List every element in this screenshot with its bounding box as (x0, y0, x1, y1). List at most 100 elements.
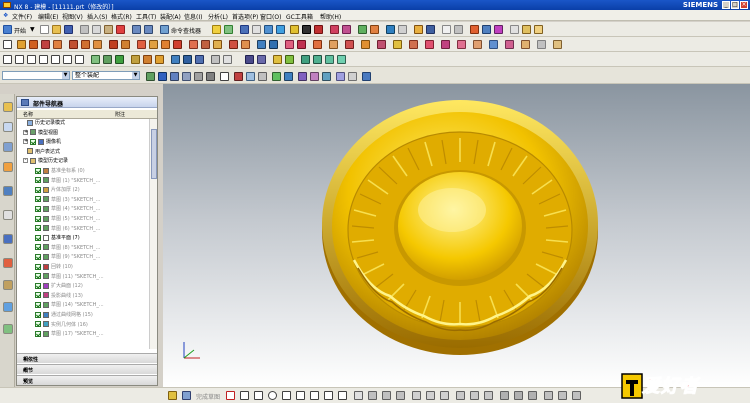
pad-icon[interactable] (109, 40, 118, 49)
offset-curve-icon[interactable] (91, 55, 100, 64)
thicken-icon[interactable] (329, 40, 338, 49)
datum-plane-icon[interactable] (171, 55, 180, 64)
extension-icon[interactable] (441, 40, 450, 49)
highlight-icon[interactable] (273, 55, 282, 64)
tree-row[interactable]: 历史记录模式 (27, 119, 65, 128)
checkbox-icon[interactable] (30, 138, 36, 145)
delete-icon[interactable] (116, 25, 125, 34)
tree-row[interactable]: 草图 (4) "SKETCH_... (35, 205, 100, 214)
curvature-icon[interactable] (505, 40, 514, 49)
type-filter-arrow[interactable]: ▼ (62, 72, 69, 79)
lock-icon[interactable] (245, 55, 254, 64)
show-constraints-icon[interactable] (528, 391, 537, 400)
sketch-circle-icon[interactable] (268, 391, 277, 400)
tree-row[interactable]: - 模型历史记录 (23, 157, 68, 166)
reuse-library-icon[interactable] (3, 162, 13, 172)
tree-row[interactable]: + 模型视图 (23, 129, 58, 138)
pattern-curve-icon[interactable] (426, 391, 435, 400)
hd3d-tools-icon[interactable] (3, 186, 13, 196)
snap-arc-center-icon[interactable] (234, 72, 243, 81)
checkbox-icon[interactable] (35, 177, 41, 184)
tree-row[interactable]: 片体加厚 (2) (35, 186, 80, 195)
checkbox-icon[interactable] (35, 301, 41, 308)
checkbox-icon[interactable] (35, 225, 41, 232)
profile-icon[interactable] (226, 391, 235, 400)
checkbox-icon[interactable] (35, 205, 41, 212)
snap-icon[interactable] (470, 25, 479, 34)
roles-icon[interactable] (3, 302, 13, 312)
snap-reset-icon[interactable] (336, 72, 345, 81)
constraint-icon[interactable] (482, 25, 491, 34)
checkbox-icon[interactable] (35, 321, 41, 328)
derived-line-icon[interactable] (484, 391, 493, 400)
point-icon[interactable] (3, 55, 12, 64)
ruled-icon[interactable] (393, 40, 402, 49)
tree-row[interactable]: 草图 (6) "SKETCH_... (35, 225, 100, 234)
expand-icon[interactable]: + (23, 129, 28, 135)
cylinder-icon[interactable] (29, 40, 38, 49)
trim-curve-icon[interactable] (155, 55, 164, 64)
checkbox-icon[interactable] (35, 186, 41, 193)
snap-point-on-curve-icon[interactable] (206, 72, 215, 81)
line-icon[interactable] (15, 55, 24, 64)
edit-toolbar-icon[interactable] (522, 25, 531, 34)
details-panel[interactable]: 细节 ∨ (17, 364, 157, 374)
subtract-icon[interactable] (161, 40, 170, 49)
draft-icon[interactable] (229, 40, 238, 49)
helix-icon[interactable] (63, 55, 72, 64)
quick-extend-icon[interactable] (382, 391, 391, 400)
menu-gc-toolbox[interactable]: GC工具箱 (286, 12, 313, 21)
studio-spline-icon[interactable] (338, 391, 347, 400)
pattern-icon[interactable] (285, 40, 294, 49)
minimize-button[interactable]: _ (722, 1, 730, 9)
alternate-solution-icon[interactable] (572, 391, 581, 400)
paste-icon[interactable] (104, 25, 113, 34)
rotate-icon[interactable] (264, 25, 273, 34)
hole-icon[interactable] (69, 40, 78, 49)
checkbox-icon[interactable] (35, 167, 41, 174)
mirror-icon[interactable] (297, 40, 306, 49)
command-finder-icon[interactable] (160, 25, 169, 34)
groove-icon[interactable] (137, 40, 146, 49)
curve-rule-icon[interactable] (313, 55, 322, 64)
check-icon[interactable] (285, 55, 294, 64)
snap-quadrant-icon[interactable] (182, 72, 191, 81)
measure-icon[interactable] (370, 25, 379, 34)
checkbox-icon[interactable] (35, 196, 41, 203)
notes-icon[interactable] (510, 25, 519, 34)
collapse-icon[interactable]: - (23, 158, 28, 164)
polygon-icon[interactable] (324, 391, 333, 400)
mirror-curve-icon[interactable] (440, 391, 449, 400)
start-menu-arrow[interactable]: ▼ (30, 26, 35, 33)
intersect-curve-icon[interactable] (115, 55, 124, 64)
layer-icon[interactable] (330, 25, 339, 34)
start-button[interactable]: 开始 (14, 26, 26, 35)
menu-edit[interactable]: 编辑(E) (38, 12, 58, 21)
boss-icon[interactable] (81, 40, 90, 49)
tree-row[interactable]: 草图 (3) "SKETCH_... (35, 196, 100, 205)
part-navigator-icon[interactable] (3, 122, 13, 132)
type-filter-combo[interactable]: ▼ (2, 71, 70, 80)
edit-object-icon[interactable] (414, 25, 423, 34)
selection-scope-combo[interactable]: 整个装配 ▼ (72, 71, 140, 80)
system-materials-icon[interactable] (3, 324, 13, 334)
snap-clear-icon[interactable] (348, 72, 357, 81)
snap-all-icon[interactable] (322, 72, 331, 81)
redo-icon[interactable] (144, 25, 153, 34)
bridge-curve-icon[interactable] (131, 55, 140, 64)
pan-icon[interactable] (276, 25, 285, 34)
chamfer-icon[interactable] (201, 40, 210, 49)
snap-pole-icon[interactable] (258, 72, 267, 81)
process-studio-icon[interactable] (3, 258, 13, 268)
menu-format[interactable]: 格式(R) (111, 12, 132, 21)
tree-row[interactable]: 草图 (17) "SKETCH_... (35, 330, 104, 339)
finish-sketch-button[interactable]: 完成草图 (196, 392, 220, 401)
offset-sketch-curve-icon[interactable] (412, 391, 421, 400)
tree-row[interactable]: 扩大曲面 (12) (35, 282, 83, 291)
checkbox-icon[interactable] (35, 253, 41, 260)
tree-row[interactable]: + 摄像机 (23, 138, 61, 147)
convert-reference-icon[interactable] (558, 391, 567, 400)
snap-endpoint-icon[interactable] (146, 72, 155, 81)
tree-row[interactable]: 草图 (9) "SKETCH_... (35, 253, 100, 262)
pocket-icon[interactable] (93, 40, 102, 49)
